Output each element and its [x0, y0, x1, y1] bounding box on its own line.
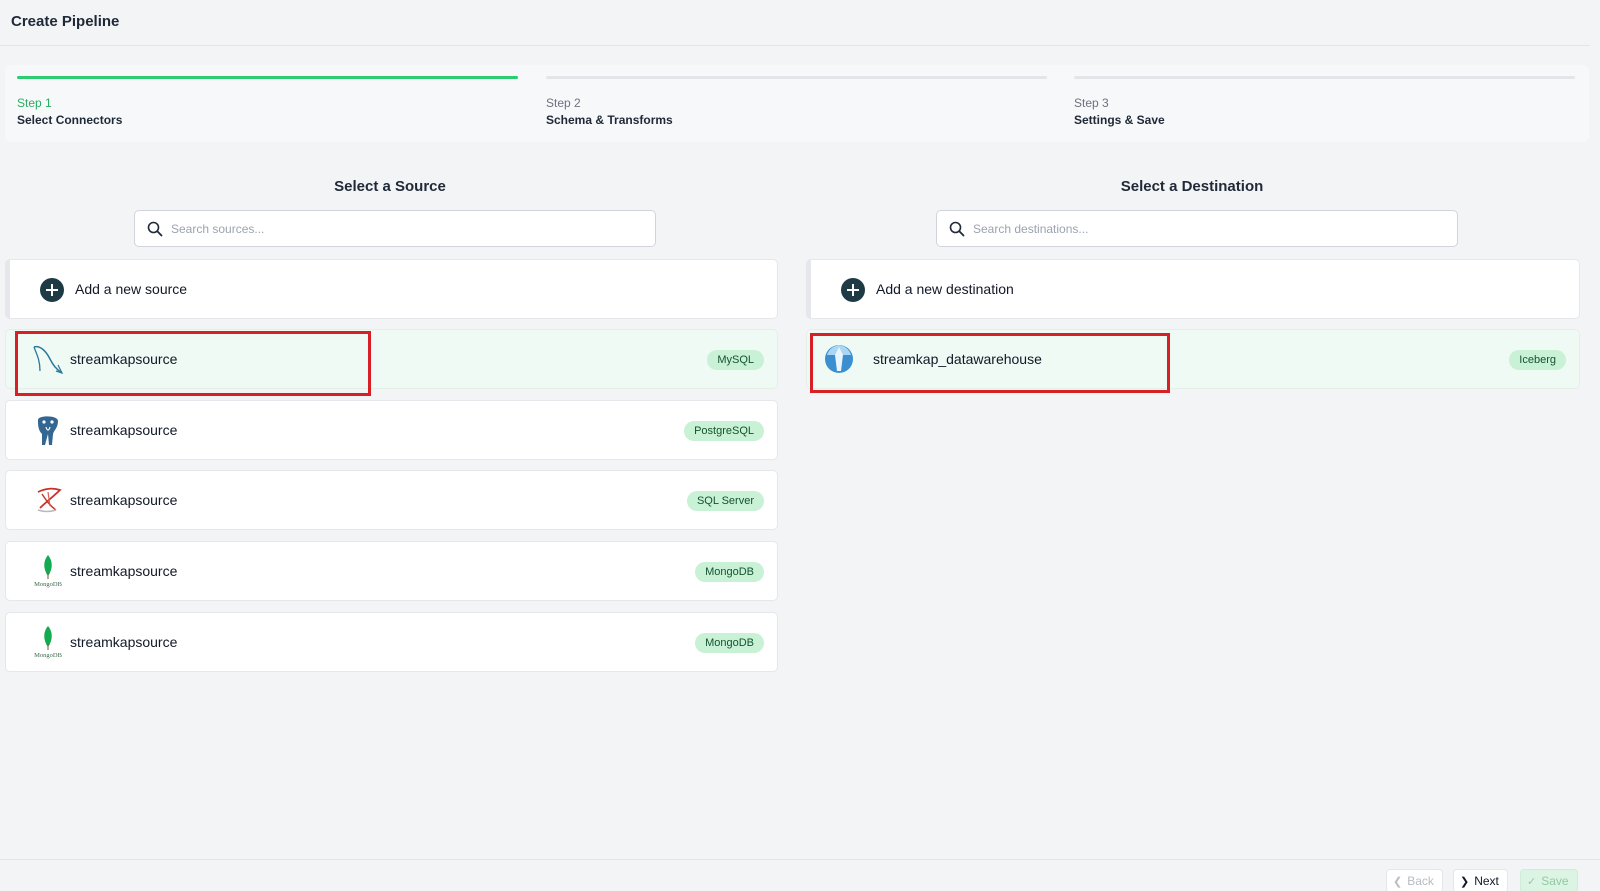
- next-button[interactable]: ❯ Next: [1453, 869, 1508, 891]
- step-name: Schema & Transforms: [546, 113, 673, 127]
- source-item-mongodb[interactable]: MongoDB streamkapsource MongoDB: [5, 612, 778, 672]
- svg-text:MongoDB: MongoDB: [34, 581, 62, 588]
- check-icon: ✓: [1527, 876, 1537, 888]
- step-number: Step 2: [546, 96, 581, 110]
- search-icon: [949, 221, 965, 237]
- mysql-icon: [33, 345, 64, 375]
- connector-type-badge: MySQL: [707, 350, 764, 370]
- destination-name: streamkap_datawarehouse: [873, 351, 1042, 367]
- mongodb-icon: MongoDB: [34, 555, 63, 588]
- back-button[interactable]: ❮ Back: [1386, 869, 1443, 891]
- step-2[interactable]: Step 2 Schema & Transforms: [546, 65, 1047, 142]
- source-item-mysql[interactable]: streamkapsource MySQL: [5, 329, 778, 389]
- step-number: Step 3: [1074, 96, 1109, 110]
- plus-circle-icon: [841, 278, 865, 302]
- destination-column-title: Select a Destination: [1120, 178, 1264, 195]
- postgresql-icon: [38, 416, 58, 445]
- destination-item-iceberg[interactable]: streamkap_datawarehouse Iceberg: [806, 329, 1580, 389]
- step-progress-bar: [546, 76, 1047, 79]
- page-header: Create Pipeline: [0, 0, 1590, 46]
- source-search-input[interactable]: [171, 219, 641, 239]
- source-item-sql-server[interactable]: streamkapsource SQL Server: [5, 470, 778, 530]
- connector-type-badge: PostgreSQL: [684, 421, 764, 441]
- source-name: streamkapsource: [70, 634, 178, 650]
- mongodb-icon: MongoDB: [34, 626, 63, 659]
- step-name: Select Connectors: [17, 113, 123, 127]
- add-source-button[interactable]: Add a new source: [5, 259, 778, 319]
- source-name: streamkapsource: [70, 351, 178, 367]
- step-progress-bar: [17, 76, 518, 79]
- stepper: Step 1 Select Connectors Step 2 Schema &…: [5, 65, 1589, 142]
- search-icon: [147, 221, 163, 237]
- source-column-title: Select a Source: [334, 178, 446, 195]
- save-button[interactable]: ✓ Save: [1520, 869, 1578, 891]
- chevron-left-icon: ❮: [1393, 876, 1403, 888]
- source-item-postgresql[interactable]: streamkapsource PostgreSQL: [5, 400, 778, 460]
- step-number: Step 1: [17, 96, 52, 110]
- svg-text:MongoDB: MongoDB: [34, 652, 62, 659]
- source-name: streamkapsource: [70, 492, 178, 508]
- chevron-right-icon: ❯: [1460, 876, 1470, 888]
- add-destination-button[interactable]: Add a new destination: [806, 259, 1580, 319]
- iceberg-icon: [825, 345, 853, 373]
- plus-circle-icon: [40, 278, 64, 302]
- destination-search-input[interactable]: [973, 219, 1443, 239]
- connector-type-badge: Iceberg: [1509, 350, 1566, 370]
- connector-type-badge: MongoDB: [695, 562, 764, 582]
- add-source-label: Add a new source: [75, 281, 188, 297]
- step-name: Settings & Save: [1074, 113, 1165, 127]
- step-1[interactable]: Step 1 Select Connectors: [17, 65, 518, 142]
- footer-bar: ❮ Back ❯ Next ✓ Save: [0, 859, 1600, 891]
- source-item-mongodb[interactable]: MongoDB streamkapsource MongoDB: [5, 541, 778, 601]
- sql-server-icon: [37, 487, 62, 513]
- page-title: Create Pipeline: [11, 13, 120, 30]
- connector-type-badge: MongoDB: [695, 633, 764, 653]
- connector-type-badge: SQL Server: [686, 491, 764, 511]
- source-search[interactable]: [134, 210, 656, 247]
- destination-search[interactable]: [936, 210, 1458, 247]
- source-name: streamkapsource: [70, 422, 178, 438]
- step-progress-bar: [1074, 76, 1575, 79]
- step-3[interactable]: Step 3 Settings & Save: [1074, 65, 1575, 142]
- add-destination-label: Add a new destination: [876, 281, 1014, 297]
- source-name: streamkapsource: [70, 563, 178, 579]
